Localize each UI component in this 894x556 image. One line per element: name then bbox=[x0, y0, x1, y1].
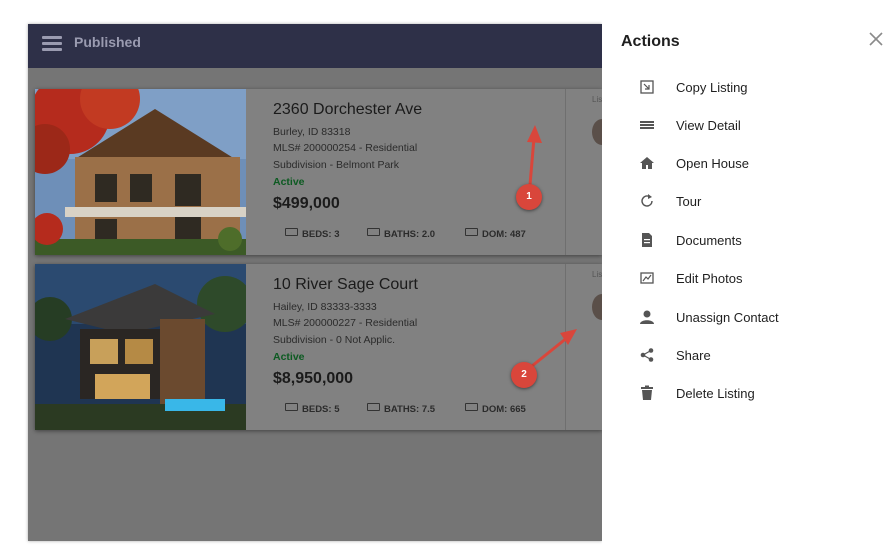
close-icon[interactable] bbox=[867, 30, 885, 48]
share-icon bbox=[640, 348, 654, 362]
copy-listing-icon bbox=[640, 80, 654, 94]
callout-badge-2: 2 bbox=[511, 362, 537, 388]
action-copy-listing[interactable]: Copy Listing bbox=[630, 72, 880, 102]
action-edit-photos[interactable]: Edit Photos bbox=[630, 263, 880, 293]
action-label: Edit Photos bbox=[676, 271, 743, 286]
action-label: Unassign Contact bbox=[676, 310, 779, 325]
action-label: Share bbox=[676, 348, 711, 363]
action-label: Copy Listing bbox=[676, 80, 748, 95]
actions-drawer: Actions Copy Listing View Detail Open Ho… bbox=[602, 0, 894, 556]
drawer-title: Actions bbox=[621, 33, 680, 50]
document-icon bbox=[642, 233, 652, 247]
annotation-arrows bbox=[527, 125, 577, 368]
edit-photos-icon bbox=[640, 272, 654, 284]
action-delete-listing[interactable]: Delete Listing bbox=[630, 378, 880, 408]
action-label: Tour bbox=[676, 194, 702, 209]
action-view-detail[interactable]: View Detail bbox=[630, 110, 880, 140]
callout-badge-1: 1 bbox=[516, 184, 542, 210]
trash-icon bbox=[641, 385, 653, 400]
action-label: Documents bbox=[676, 233, 742, 248]
action-label: View Detail bbox=[676, 118, 741, 133]
person-icon bbox=[640, 310, 654, 324]
action-label: Open House bbox=[676, 156, 749, 171]
action-share[interactable]: Share bbox=[630, 340, 880, 370]
action-documents[interactable]: Documents bbox=[630, 225, 880, 255]
home-icon bbox=[640, 157, 654, 169]
action-label: Delete Listing bbox=[676, 386, 755, 401]
action-tour[interactable]: Tour bbox=[630, 186, 880, 216]
tour-icon bbox=[641, 194, 653, 207]
action-unassign-contact[interactable]: Unassign Contact bbox=[630, 302, 880, 332]
action-open-house[interactable]: Open House bbox=[630, 148, 880, 178]
view-detail-icon bbox=[640, 121, 654, 129]
